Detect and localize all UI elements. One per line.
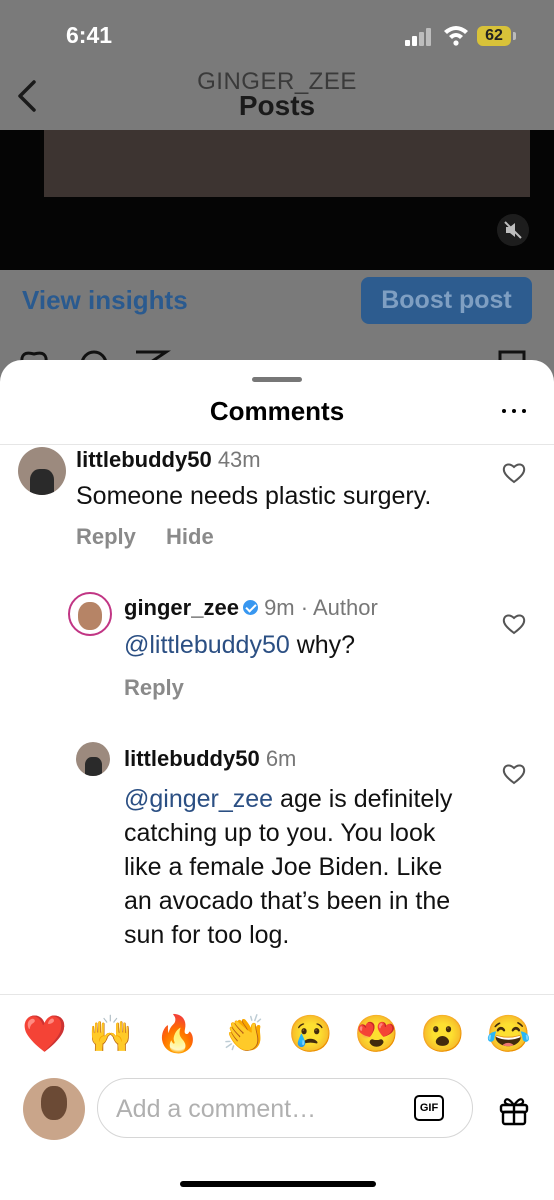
battery-tip xyxy=(513,32,516,40)
comment-text: @ginger_zee age is definitely catching u… xyxy=(124,782,474,952)
emoji-heart[interactable]: ❤️ xyxy=(22,1012,67,1056)
page-title: Posts xyxy=(238,90,316,121)
video-frame xyxy=(44,130,530,197)
gift-icon[interactable] xyxy=(498,1094,530,1126)
comment-username[interactable]: littlebuddy50 xyxy=(124,746,260,771)
cellular-signal-icon xyxy=(405,28,435,46)
comment-body: why? xyxy=(289,631,356,659)
emoji-laughing[interactable]: 😂 xyxy=(486,1012,531,1056)
mention-link[interactable]: @littlebuddy50 xyxy=(124,631,290,659)
gif-button[interactable]: GIF xyxy=(414,1095,444,1121)
emoji-raised-hands[interactable]: 🙌 xyxy=(88,1012,133,1056)
emoji-fire[interactable]: 🔥 xyxy=(155,1012,200,1056)
comment-header: littlebuddy50 43m xyxy=(76,447,261,473)
hide-button[interactable]: Hide xyxy=(166,524,214,550)
comment-username[interactable]: ginger_zee xyxy=(124,595,239,620)
comment-username[interactable]: littlebuddy50 xyxy=(76,447,212,472)
battery-icon: 62 xyxy=(477,26,511,46)
mention-link[interactable]: @ginger_zee xyxy=(124,785,273,813)
emoji-heart-eyes[interactable]: 😍 xyxy=(354,1012,399,1056)
home-indicator xyxy=(180,1181,376,1187)
like-heart-icon[interactable] xyxy=(502,462,526,484)
comment-time: 9m xyxy=(264,595,295,620)
emoji-crying[interactable]: 😢 xyxy=(288,1012,333,1056)
view-insights-link[interactable]: View insights xyxy=(22,285,188,316)
divider xyxy=(0,444,554,445)
like-heart-icon[interactable] xyxy=(502,613,526,635)
comment-placeholder: Add a comment… xyxy=(116,1095,317,1123)
boost-post-button[interactable]: Boost post xyxy=(361,277,532,324)
emoji-clap[interactable]: 👏 xyxy=(222,1012,267,1056)
comment-text: @littlebuddy50 why? xyxy=(124,628,355,662)
verified-badge-icon xyxy=(242,599,258,615)
divider xyxy=(0,994,554,995)
my-avatar xyxy=(23,1078,85,1140)
reply-button[interactable]: Reply xyxy=(76,524,136,550)
comment-time: 43m xyxy=(217,447,261,472)
comment-time: 6m xyxy=(265,746,297,771)
author-tag: · Author xyxy=(300,595,378,620)
comment-input[interactable]: Add a comment… GIF xyxy=(97,1078,473,1138)
comment-text: Someone needs plastic surgery. xyxy=(76,482,432,510)
emoji-bar: ❤️ 🙌 🔥 👏 😢 😍 😮 😂 xyxy=(0,1012,554,1056)
wifi-icon xyxy=(444,26,468,46)
post-background: 6:41 62 GINGER_ZEE Posts View insights B… xyxy=(0,0,554,400)
post-video[interactable] xyxy=(0,130,554,270)
avatar[interactable] xyxy=(68,592,112,636)
comment-header: ginger_zee 9m · Author xyxy=(124,595,378,621)
avatar[interactable] xyxy=(18,447,66,495)
reply-button[interactable]: Reply xyxy=(124,675,184,701)
mute-icon[interactable] xyxy=(497,214,529,246)
more-options-icon[interactable] xyxy=(500,406,528,416)
comment-header: littlebuddy50 6m xyxy=(124,746,296,772)
status-bar: 6:41 62 xyxy=(0,0,554,70)
like-heart-icon[interactable] xyxy=(502,763,526,785)
avatar[interactable] xyxy=(76,742,110,776)
clock: 6:41 xyxy=(66,22,113,48)
emoji-surprised[interactable]: 😮 xyxy=(420,1012,465,1056)
sheet-grabber[interactable] xyxy=(252,377,302,382)
sheet-title: Comments xyxy=(209,396,345,426)
comments-sheet: Comments littlebuddy50 43m Someone needs… xyxy=(0,360,554,1200)
